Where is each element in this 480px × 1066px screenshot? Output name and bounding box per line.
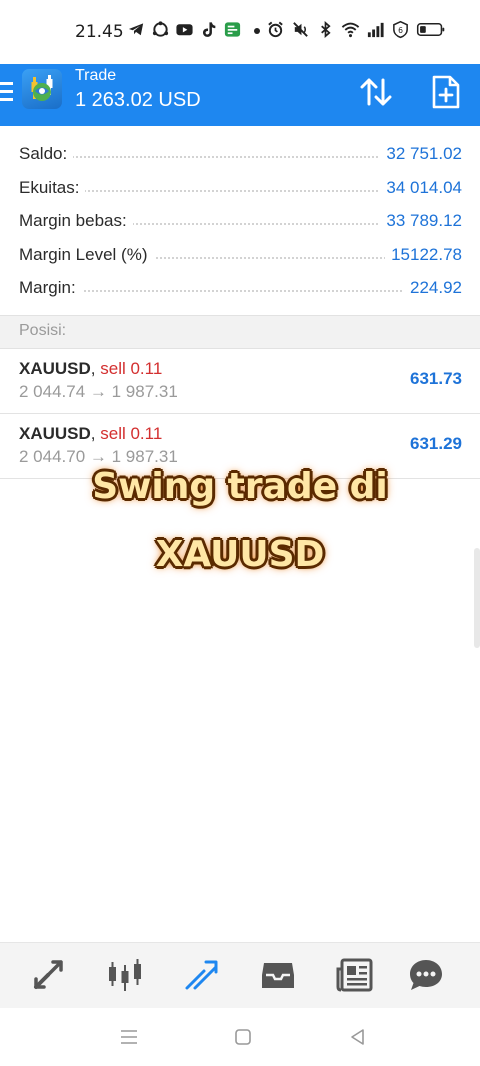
nav-trade[interactable] (182, 955, 222, 995)
summary-value: 34 014.04 (380, 177, 462, 198)
summary-label: Margin Level (%) (19, 244, 154, 265)
summary-row-free-margin: Margin bebas: 33 789.12 (0, 204, 480, 238)
position-type: sell 0.11 (100, 359, 163, 378)
chat-icon (224, 22, 241, 37)
page-title: Trade (75, 67, 117, 84)
sort-icon (360, 78, 392, 106)
video-caption-line-1: Swing trade di (92, 466, 388, 507)
summary-label: Margin bebas: (19, 211, 133, 231)
position-prices: 2 044.70 → 1 987.31 (19, 447, 178, 466)
scrollbar[interactable] (474, 548, 480, 648)
menu-lines-icon (121, 1030, 137, 1044)
svg-text:6: 6 (398, 26, 403, 35)
data-saver-icon: 6 (393, 20, 408, 39)
square-icon (235, 1029, 251, 1045)
nav-chart[interactable] (105, 955, 145, 995)
status-time: 21.45 (75, 22, 124, 42)
nav-history[interactable] (258, 955, 298, 995)
menu-icon[interactable] (0, 82, 14, 106)
news-icon (336, 958, 373, 992)
position-symbol: XAUUSD, sell 0.11 (19, 359, 162, 379)
back-triangle-icon (351, 1029, 364, 1045)
recycle-icon (152, 21, 169, 37)
summary-row-margin: Margin: 224.92 (0, 271, 480, 305)
app-header: Trade 1 263.02 USD (0, 64, 480, 126)
recent-apps-button[interactable] (118, 1026, 140, 1048)
summary-row-margin-level: Margin Level (%) 15122.78 (0, 238, 480, 272)
positions-section-header: Posisi: (0, 315, 480, 349)
quotes-icon (34, 960, 63, 989)
nav-news[interactable] (335, 955, 375, 995)
youtube-icon (176, 24, 193, 36)
symbol-name: XAUUSD (19, 424, 91, 443)
account-summary: Saldo: 32 751.02 Ekuitas: 34 014.04 Marg… (0, 137, 480, 305)
summary-value: 32 751.02 (380, 144, 462, 164)
sort-button[interactable] (358, 74, 394, 110)
nav-quotes[interactable] (28, 955, 68, 995)
new-order-button[interactable] (430, 74, 462, 110)
position-profit: 631.73 (410, 369, 462, 388)
bluetooth-icon (321, 20, 331, 39)
position-profit: 631.29 (410, 434, 462, 453)
add-document-icon (432, 75, 460, 109)
nav-chat[interactable] (406, 955, 446, 995)
summary-value: 224.92 (404, 278, 462, 298)
section-title: Posisi: (19, 322, 67, 339)
chart-icon (109, 959, 141, 991)
app-logo (22, 69, 62, 109)
tiktok-icon (202, 22, 216, 37)
wifi-icon (341, 22, 360, 38)
summary-row-equity: Ekuitas: 34 014.04 (0, 171, 480, 205)
symbol-separator: , (90, 359, 101, 378)
summary-row-balance: Saldo: 32 751.02 (0, 137, 480, 171)
dotted-leader (19, 290, 462, 292)
summary-label: Ekuitas: (19, 177, 86, 198)
system-navigation-bar (0, 1008, 480, 1066)
position-prices: 2 044.74 → 1 987.31 (19, 382, 178, 401)
position-symbol: XAUUSD, sell 0.11 (19, 424, 162, 444)
summary-value: 33 789.12 (380, 211, 462, 231)
bottom-navigation (0, 942, 480, 1008)
chat-bubble-icon (410, 960, 442, 990)
notification-dot (254, 28, 260, 34)
summary-label: Margin: (19, 278, 82, 298)
signal-icon (367, 22, 384, 38)
telegram-icon (128, 23, 144, 36)
position-row[interactable]: XAUUSD, sell 0.11 2 044.74 → 1 987.31 63… (0, 349, 480, 414)
history-icon (262, 963, 294, 988)
battery-icon (416, 23, 445, 36)
alarm-icon (268, 21, 283, 38)
summary-value: 15122.78 (385, 244, 462, 265)
home-button[interactable] (232, 1026, 254, 1048)
trade-icon (185, 960, 218, 990)
symbol-separator: , (90, 424, 101, 443)
status-bar: 21.45 6 (0, 0, 480, 64)
summary-label: Saldo: (19, 144, 74, 164)
video-caption-line-2: XAUUSD (155, 534, 325, 575)
position-type: sell 0.11 (100, 424, 163, 443)
mute-icon (293, 22, 308, 37)
header-balance: 1 263.02 USD (75, 89, 201, 111)
back-button[interactable] (347, 1026, 369, 1048)
symbol-name: XAUUSD (19, 359, 91, 378)
